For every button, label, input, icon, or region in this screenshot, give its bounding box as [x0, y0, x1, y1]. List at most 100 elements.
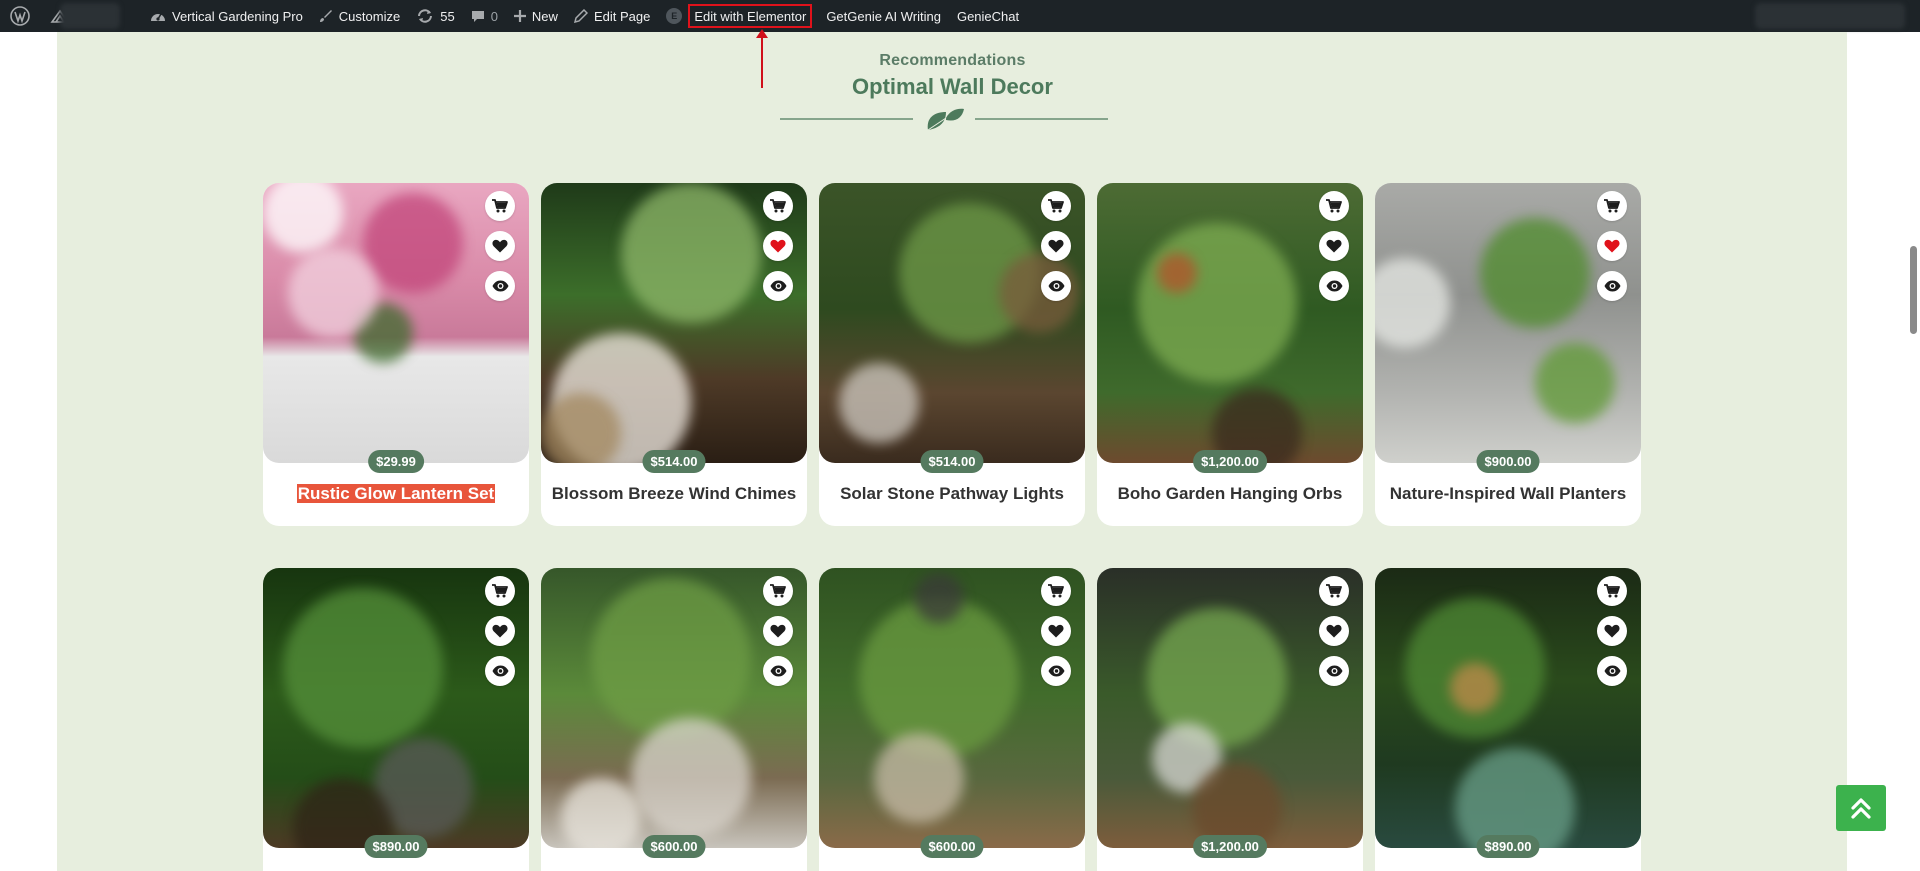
- product-image[interactable]: [541, 568, 807, 848]
- comments-link[interactable]: 0: [463, 0, 506, 32]
- wishlist-button[interactable]: [1597, 231, 1627, 261]
- product-actions: [1319, 576, 1349, 686]
- wishlist-button[interactable]: [763, 616, 793, 646]
- add-to-cart-button[interactable]: [485, 576, 515, 606]
- product-card[interactable]: $1,200.00 Boho Garden Hanging Orbs: [1097, 183, 1363, 526]
- product-image[interactable]: [819, 568, 1085, 848]
- edit-page-link[interactable]: Edit Page: [566, 0, 658, 32]
- add-to-cart-button[interactable]: [1319, 191, 1349, 221]
- product-card[interactable]: $900.00 Nature-Inspired Wall Planters: [1375, 183, 1641, 526]
- add-to-cart-button[interactable]: [1597, 576, 1627, 606]
- wishlist-button[interactable]: [1319, 616, 1349, 646]
- product-image[interactable]: [1375, 183, 1641, 463]
- quick-view-button[interactable]: [1041, 271, 1071, 301]
- heart-icon: [1604, 239, 1620, 253]
- quick-view-button[interactable]: [1041, 656, 1071, 686]
- cart-icon: [1604, 584, 1620, 598]
- wishlist-button[interactable]: [1597, 616, 1627, 646]
- double-chevron-up-icon: [1851, 798, 1871, 819]
- add-to-cart-button[interactable]: [485, 191, 515, 221]
- scrollbar-thumb[interactable]: [1910, 246, 1917, 334]
- product-image[interactable]: [1097, 568, 1363, 848]
- eye-icon: [770, 280, 786, 292]
- edit-with-elementor-link[interactable]: Edit with Elementor: [688, 4, 813, 28]
- quick-view-button[interactable]: [1597, 271, 1627, 301]
- product-image[interactable]: [263, 183, 529, 463]
- heart-icon: [492, 624, 508, 638]
- add-to-cart-button[interactable]: [1041, 576, 1071, 606]
- wishlist-button[interactable]: [1041, 231, 1071, 261]
- cart-icon: [1048, 584, 1064, 598]
- back-to-top-button[interactable]: [1836, 785, 1886, 831]
- product-name-link[interactable]: Rustic Glow Lantern Set: [263, 484, 529, 504]
- quick-view-button[interactable]: [763, 271, 793, 301]
- product-image[interactable]: [541, 183, 807, 463]
- wishlist-button[interactable]: [763, 231, 793, 261]
- cart-icon: [492, 584, 508, 598]
- product-image[interactable]: [263, 568, 529, 848]
- user-account-menu[interactable]: [1755, 3, 1905, 29]
- quick-view-button[interactable]: [1319, 656, 1349, 686]
- product-card[interactable]: $890.00: [1375, 568, 1641, 871]
- cart-icon: [492, 199, 508, 213]
- heart-icon: [1326, 239, 1342, 253]
- wishlist-button[interactable]: [1319, 231, 1349, 261]
- product-actions: [485, 576, 515, 686]
- product-name-link[interactable]: Boho Garden Hanging Orbs: [1097, 484, 1363, 504]
- product-name-link[interactable]: Nature-Inspired Wall Planters: [1375, 484, 1641, 504]
- add-to-cart-button[interactable]: [763, 191, 793, 221]
- wordpress-logo-icon[interactable]: [0, 0, 40, 32]
- blurred-region: [60, 3, 120, 29]
- product-price: $1,200.00: [1193, 450, 1267, 473]
- new-content-link[interactable]: New: [506, 0, 566, 32]
- elementor-logo: E: [658, 0, 683, 32]
- add-to-cart-button[interactable]: [763, 576, 793, 606]
- customize-link[interactable]: Customize: [311, 0, 408, 32]
- quick-view-button[interactable]: [1319, 271, 1349, 301]
- heart-icon: [770, 624, 786, 638]
- wishlist-button[interactable]: [485, 231, 515, 261]
- section-title: Optimal Wall Decor: [852, 74, 1053, 99]
- quick-view-button[interactable]: [763, 656, 793, 686]
- product-image[interactable]: [1097, 183, 1363, 463]
- plus-icon: [513, 10, 526, 22]
- page-scrollbar[interactable]: [1906, 32, 1920, 871]
- heart-icon: [1604, 624, 1620, 638]
- site-name-link[interactable]: Vertical Gardening Pro: [142, 0, 311, 32]
- product-name: Rustic Glow Lantern Set: [296, 484, 496, 503]
- quick-view-button[interactable]: [485, 656, 515, 686]
- product-name: Blossom Breeze Wind Chimes: [551, 484, 797, 503]
- product-card[interactable]: $514.00 Solar Stone Pathway Lights: [819, 183, 1085, 526]
- product-card[interactable]: $890.00: [263, 568, 529, 871]
- product-name-link[interactable]: Blossom Breeze Wind Chimes: [541, 484, 807, 504]
- product-name-link[interactable]: Solar Stone Pathway Lights: [819, 484, 1085, 504]
- add-to-cart-button[interactable]: [1041, 191, 1071, 221]
- quick-view-button[interactable]: [485, 271, 515, 301]
- product-card[interactable]: $29.99 Rustic Glow Lantern Set: [263, 183, 529, 526]
- geniechat-link[interactable]: GenieChat: [949, 0, 1027, 32]
- elementor-icon: E: [666, 8, 683, 24]
- product-price: $890.00: [1476, 835, 1540, 858]
- eye-icon: [770, 665, 786, 677]
- product-image[interactable]: [1375, 568, 1641, 848]
- customize-label: Customize: [338, 8, 401, 24]
- product-image[interactable]: [819, 183, 1085, 463]
- product-price: $514.00: [642, 450, 706, 473]
- add-to-cart-button[interactable]: [1319, 576, 1349, 606]
- product-card[interactable]: $514.00 Blossom Breeze Wind Chimes: [541, 183, 807, 526]
- new-label: New: [531, 8, 558, 24]
- product-actions: [1597, 576, 1627, 686]
- add-to-cart-button[interactable]: [1597, 191, 1627, 221]
- eye-icon: [1326, 280, 1342, 292]
- wishlist-button[interactable]: [1041, 616, 1071, 646]
- updates-link[interactable]: 55: [408, 0, 462, 32]
- wishlist-button[interactable]: [485, 616, 515, 646]
- product-card[interactable]: $1,200.00: [1097, 568, 1363, 871]
- leaf-divider: [780, 108, 1108, 131]
- product-card[interactable]: $600.00: [819, 568, 1085, 871]
- section-subtitle: Recommendations: [879, 52, 1026, 69]
- getgenie-writing-link[interactable]: GetGenie AI Writing: [818, 0, 949, 32]
- product-card[interactable]: $600.00: [541, 568, 807, 871]
- eye-icon: [1604, 665, 1620, 677]
- quick-view-button[interactable]: [1597, 656, 1627, 686]
